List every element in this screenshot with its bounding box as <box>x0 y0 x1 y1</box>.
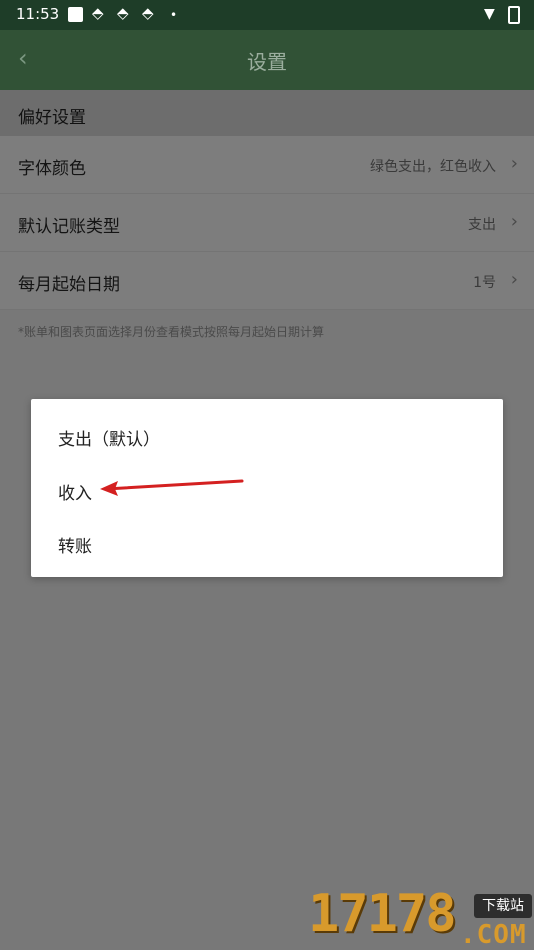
setting-value: 支出 <box>468 217 496 233</box>
app-icon: ⬘ <box>117 4 129 22</box>
section-header: 偏好设置 <box>0 90 534 136</box>
setting-label: 字体颜色 <box>18 159 86 179</box>
page-title: 设置 <box>247 50 287 74</box>
setting-start-date[interactable]: 每月起始日期 1号 › <box>0 252 534 310</box>
notification-square-icon <box>68 7 83 22</box>
watermark-domain: .COM <box>460 920 527 950</box>
watermark-badge: 下载站 <box>474 894 532 918</box>
dot-icon: • <box>170 8 178 22</box>
setting-value: 1号 <box>473 275 496 291</box>
red-arrow-annotation <box>100 479 244 496</box>
chevron-right-icon: › <box>510 211 518 232</box>
option-expense[interactable]: 支出（默认） <box>58 425 160 450</box>
app-bar: ‹ 设置 <box>0 30 534 90</box>
footnote: *账单和图表页面选择月份查看模式按照每月起始日期计算 <box>18 325 325 339</box>
section-title: 偏好设置 <box>18 108 86 128</box>
app-icon: ⬘ <box>92 4 104 22</box>
watermark-number: 17178 <box>308 884 457 944</box>
chevron-right-icon: › <box>510 269 518 290</box>
option-income[interactable]: 收入 <box>58 479 92 504</box>
setting-value: 绿色支出，红色收入 <box>370 159 496 175</box>
wifi-icon: ▼ <box>484 6 495 22</box>
type-picker-dialog: 支出（默认） 收入 转账 <box>31 399 503 577</box>
status-bar: 11:53 ⬘ ⬘ ⬘ • ▼ <box>0 0 534 30</box>
app-icon: ⬘ <box>142 4 154 22</box>
settings-list: 字体颜色 绿色支出，红色收入 › 默认记账类型 支出 › 每月起始日期 1号 › <box>0 136 534 310</box>
watermark-logo: 17178 下载站 .COM <box>308 868 534 950</box>
setting-label: 每月起始日期 <box>18 275 120 295</box>
option-transfer[interactable]: 转账 <box>58 532 92 557</box>
setting-font-color[interactable]: 字体颜色 绿色支出，红色收入 › <box>0 136 534 194</box>
setting-label: 默认记账类型 <box>18 217 120 237</box>
setting-default-type[interactable]: 默认记账类型 支出 › <box>0 194 534 252</box>
chevron-right-icon: › <box>510 153 518 174</box>
status-time: 11:53 <box>16 5 60 23</box>
battery-icon <box>508 6 520 24</box>
